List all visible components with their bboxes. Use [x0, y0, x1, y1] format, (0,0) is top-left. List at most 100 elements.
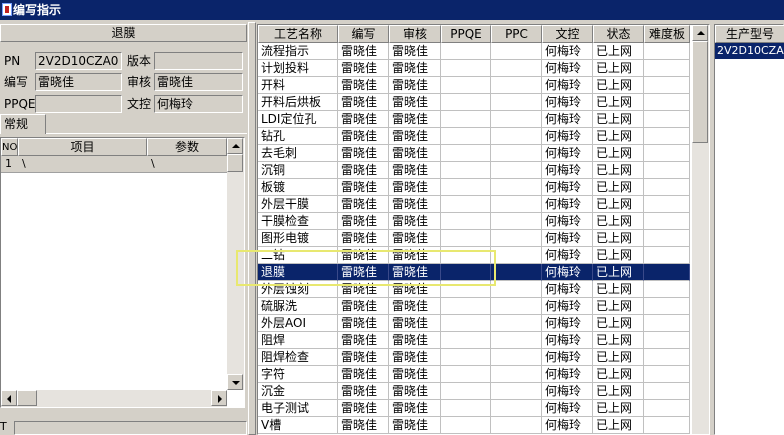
cell-status[interactable]: 已上网: [593, 230, 644, 247]
cell-difficulty[interactable]: [644, 383, 690, 400]
cell-reviewer[interactable]: 雷晓佳: [389, 400, 441, 417]
cell-ppqe[interactable]: [441, 417, 491, 434]
scroll-down-button[interactable]: [227, 374, 243, 390]
cell-writer[interactable]: 雷晓佳: [338, 111, 389, 128]
cell-difficulty[interactable]: [644, 281, 690, 298]
col-writer[interactable]: 编写: [338, 25, 389, 43]
cell-reviewer[interactable]: 雷晓佳: [389, 213, 441, 230]
hscroll-thumb[interactable]: [17, 390, 37, 406]
cell-doc[interactable]: 何梅玲: [542, 213, 593, 230]
cell-difficulty[interactable]: [644, 145, 690, 162]
cell-process[interactable]: 阻焊检查: [258, 349, 338, 366]
table-row[interactable]: 开料后烘板 雷晓佳 雷晓佳 何梅玲 已上网: [258, 94, 690, 111]
cell-status[interactable]: 已上网: [593, 383, 644, 400]
cell-reviewer[interactable]: 雷晓佳: [389, 43, 441, 60]
cell-reviewer[interactable]: 雷晓佳: [389, 128, 441, 145]
cell-ppc[interactable]: [491, 400, 542, 417]
cell-ppc[interactable]: [491, 383, 542, 400]
cell-doc[interactable]: 何梅玲: [542, 128, 593, 145]
cell-writer[interactable]: 雷晓佳: [338, 315, 389, 332]
cell-ppqe[interactable]: [441, 94, 491, 111]
cell-process[interactable]: 外层干膜: [258, 196, 338, 213]
grid-scroll-up-button[interactable]: [692, 25, 708, 41]
cell-process[interactable]: 沉金: [258, 383, 338, 400]
table-row[interactable]: 外层干膜 雷晓佳 雷晓佳 何梅玲 已上网: [258, 196, 690, 213]
cell-reviewer[interactable]: 雷晓佳: [389, 366, 441, 383]
cell-ppqe[interactable]: [441, 230, 491, 247]
cell-doc[interactable]: 何梅玲: [542, 94, 593, 111]
cell-ppc[interactable]: [491, 145, 542, 162]
cell-process[interactable]: 流程指示: [258, 43, 338, 60]
cell-doc[interactable]: 何梅玲: [542, 60, 593, 77]
col-doc-control[interactable]: 文控: [542, 25, 593, 43]
cell-ppqe[interactable]: [441, 145, 491, 162]
cell-status[interactable]: 已上网: [593, 366, 644, 383]
cell-difficulty[interactable]: [644, 417, 690, 434]
cell-difficulty[interactable]: [644, 213, 690, 230]
param-hscrollbar[interactable]: [1, 390, 227, 407]
cell-ppqe[interactable]: [441, 383, 491, 400]
cell-difficulty[interactable]: [644, 298, 690, 315]
cell-difficulty[interactable]: [644, 247, 690, 264]
cell-status[interactable]: 已上网: [593, 111, 644, 128]
cell-difficulty[interactable]: [644, 179, 690, 196]
cell-ppc[interactable]: [491, 77, 542, 94]
col-reviewer[interactable]: 审核: [389, 25, 441, 43]
model-list-header[interactable]: 生产型号: [715, 25, 784, 43]
cell-writer[interactable]: 雷晓佳: [338, 43, 389, 60]
cell-difficulty[interactable]: [644, 128, 690, 145]
cell-ppc[interactable]: [491, 349, 542, 366]
cell-status[interactable]: 已上网: [593, 128, 644, 145]
table-row[interactable]: 阻焊 雷晓佳 雷晓佳 何梅玲 已上网: [258, 332, 690, 349]
cell-ppc[interactable]: [491, 417, 542, 434]
cell-reviewer[interactable]: 雷晓佳: [389, 230, 441, 247]
cell-writer[interactable]: 雷晓佳: [338, 332, 389, 349]
ppqe-field[interactable]: [35, 95, 122, 113]
cell-difficulty[interactable]: [644, 60, 690, 77]
cell-doc[interactable]: 何梅玲: [542, 196, 593, 213]
cell-status[interactable]: 已上网: [593, 349, 644, 366]
cell-process[interactable]: 硫脲洗: [258, 298, 338, 315]
cell-doc[interactable]: 何梅玲: [542, 366, 593, 383]
table-row[interactable]: V槽 雷晓佳 雷晓佳 何梅玲 已上网: [258, 417, 690, 434]
grid-body[interactable]: 流程指示 雷晓佳 雷晓佳 何梅玲 已上网 计划投料 雷晓佳 雷晓佳 何梅玲 已上网 开料 雷晓佳 雷晓佳…: [258, 43, 690, 434]
cell-difficulty[interactable]: [644, 349, 690, 366]
cell-doc[interactable]: 何梅玲: [542, 281, 593, 298]
tab-general[interactable]: 常规: [0, 114, 46, 134]
pn-field[interactable]: 2V2D10CZA0: [35, 52, 122, 70]
cell-process[interactable]: 阻焊: [258, 332, 338, 349]
cell-ppqe[interactable]: [441, 298, 491, 315]
cell-ppc[interactable]: [491, 332, 542, 349]
cell-writer[interactable]: 雷晓佳: [338, 417, 389, 434]
cell-process[interactable]: 电子测试: [258, 400, 338, 417]
cell-ppc[interactable]: [491, 247, 542, 264]
cell-status[interactable]: 已上网: [593, 332, 644, 349]
cell-difficulty[interactable]: [644, 332, 690, 349]
cell-writer[interactable]: 雷晓佳: [338, 383, 389, 400]
cell-ppc[interactable]: [491, 162, 542, 179]
col-ppqe[interactable]: PPQE: [441, 25, 491, 43]
cell-ppc[interactable]: [491, 315, 542, 332]
grid-scroll-thumb[interactable]: [692, 41, 708, 143]
cell-difficulty[interactable]: [644, 43, 690, 60]
cell-writer[interactable]: 雷晓佳: [338, 128, 389, 145]
cell-doc[interactable]: 何梅玲: [542, 417, 593, 434]
list-item[interactable]: 2V2D10CZA0: [715, 43, 784, 59]
cell-ppqe[interactable]: [441, 196, 491, 213]
cell-status[interactable]: 已上网: [593, 247, 644, 264]
cell-doc[interactable]: 何梅玲: [542, 264, 593, 281]
scroll-thumb[interactable]: [227, 154, 243, 172]
cell-difficulty[interactable]: [644, 315, 690, 332]
cell-doc[interactable]: 何梅玲: [542, 77, 593, 94]
cell-process[interactable]: 钻孔: [258, 128, 338, 145]
cell-process[interactable]: 干膜检查: [258, 213, 338, 230]
cell-ppc[interactable]: [491, 43, 542, 60]
cell-writer[interactable]: 雷晓佳: [338, 77, 389, 94]
cell-process[interactable]: 去毛刺: [258, 145, 338, 162]
table-row[interactable]: 电子测试 雷晓佳 雷晓佳 何梅玲 已上网: [258, 400, 690, 417]
cell-ppc[interactable]: [491, 94, 542, 111]
cell-ppqe[interactable]: [441, 128, 491, 145]
cell-writer[interactable]: 雷晓佳: [338, 179, 389, 196]
cell-reviewer[interactable]: 雷晓佳: [389, 60, 441, 77]
cell-process[interactable]: 沉铜: [258, 162, 338, 179]
